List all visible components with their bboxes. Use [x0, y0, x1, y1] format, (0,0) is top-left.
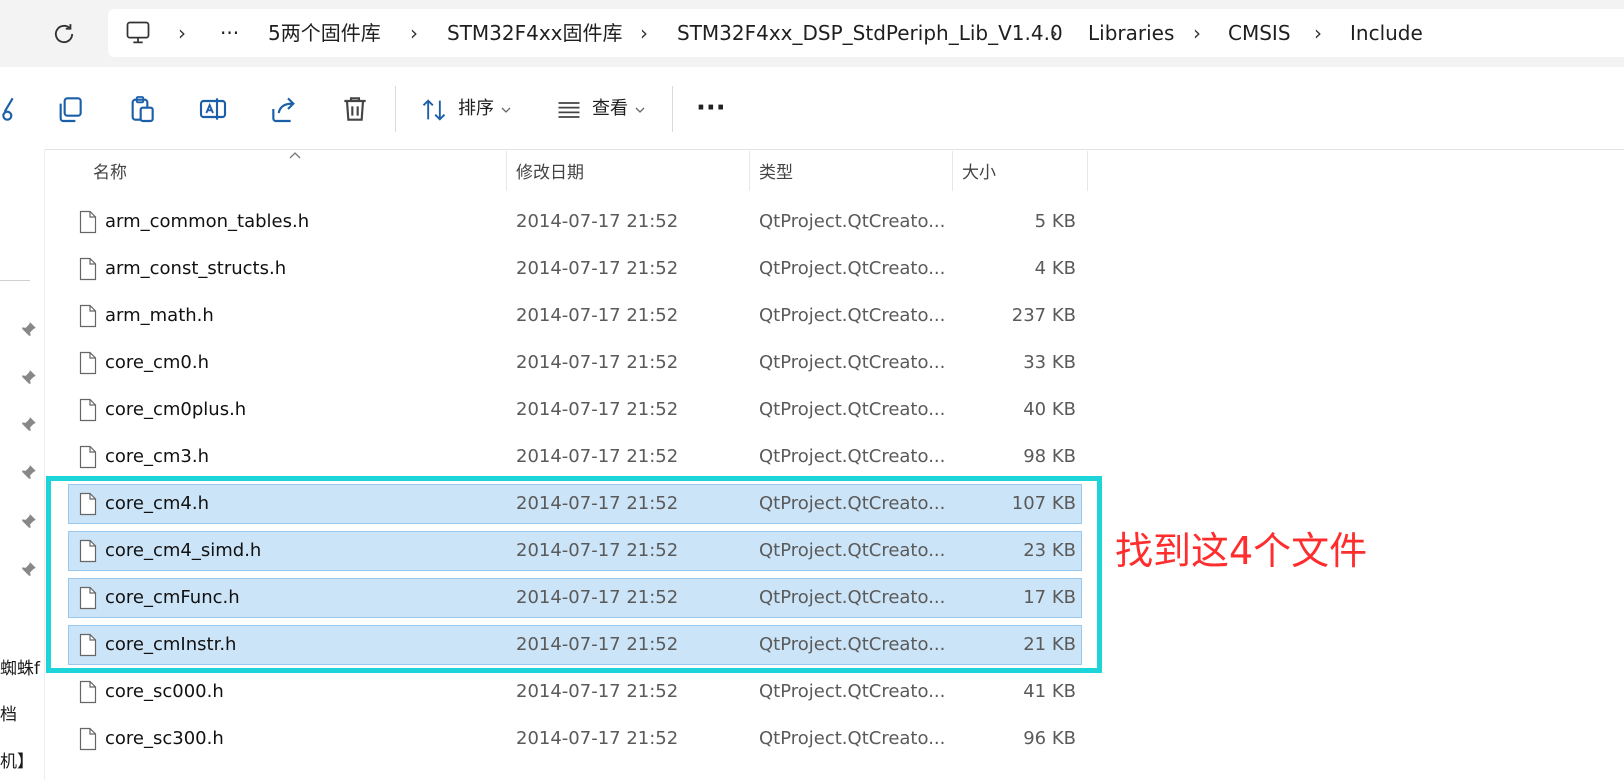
highlight-box	[46, 476, 1102, 673]
file-size: 5 KB	[1034, 211, 1076, 232]
column-separator[interactable]	[749, 151, 750, 191]
breadcrumb-overflow[interactable]: ···	[220, 18, 239, 48]
delete-icon[interactable]	[339, 93, 371, 125]
file-size: 4 KB	[1034, 258, 1076, 279]
share-icon[interactable]	[268, 93, 300, 125]
breadcrumb-item[interactable]: 5两个固件库	[268, 18, 381, 48]
file-icon	[79, 351, 97, 375]
file-modified-date: 2014-07-17 21:52	[516, 446, 679, 467]
file-name: core_sc000.h	[105, 681, 224, 702]
file-size: 96 KB	[1023, 728, 1076, 749]
file-modified-date: 2014-07-17 21:52	[516, 399, 679, 420]
file-modified-date: 2014-07-17 21:52	[516, 211, 679, 232]
breadcrumb-item-current[interactable]: Include	[1350, 18, 1423, 48]
copy-icon[interactable]	[54, 93, 86, 125]
breadcrumb-chevron: ›	[1314, 21, 1322, 45]
breadcrumb-chevron: ›	[410, 21, 418, 45]
file-name: arm_math.h	[105, 305, 214, 326]
pin-icon[interactable]	[20, 463, 38, 481]
file-size: 41 KB	[1023, 681, 1076, 702]
paste-icon[interactable]	[126, 93, 158, 125]
pin-icon[interactable]	[20, 415, 38, 433]
file-name: arm_common_tables.h	[105, 211, 310, 232]
breadcrumb-item[interactable]: STM32F4xx固件库	[447, 18, 623, 48]
column-header-date[interactable]: 修改日期	[516, 160, 584, 186]
breadcrumb-item[interactable]: Libraries	[1088, 18, 1174, 48]
toolbar-divider	[395, 86, 396, 132]
pin-icon[interactable]	[20, 320, 38, 338]
breadcrumb-chevron: ›	[1050, 21, 1058, 45]
file-name: core_cm0.h	[105, 352, 210, 373]
file-size: 98 KB	[1023, 446, 1076, 467]
chevron-down-icon	[635, 107, 645, 113]
file-icon	[79, 727, 97, 751]
view-icon[interactable]	[555, 96, 583, 124]
file-size: 33 KB	[1023, 352, 1076, 373]
more-options-button[interactable]: ···	[696, 93, 726, 123]
file-icon	[79, 398, 97, 422]
column-header-size[interactable]: 大小	[962, 160, 996, 186]
column-separator[interactable]	[1087, 151, 1088, 191]
file-icon	[79, 257, 97, 281]
chevron-down-icon	[501, 107, 511, 113]
file-icon	[79, 210, 97, 234]
column-separator[interactable]	[952, 151, 953, 191]
column-separator[interactable]	[506, 151, 507, 191]
breadcrumb-chevron: ›	[1193, 21, 1201, 45]
column-header-name[interactable]: 名称	[93, 160, 127, 186]
file-name: core_sc300.h	[105, 728, 224, 749]
cut-icon[interactable]	[0, 93, 18, 125]
nav-item-fragment[interactable]: 蜘蛛f	[0, 654, 44, 679]
annotation-text: 找到这4个文件	[1115, 529, 1368, 573]
refresh-icon[interactable]	[50, 20, 78, 48]
toolbar-divider	[672, 86, 673, 132]
nav-item-fragment[interactable]: 档	[0, 700, 44, 725]
sort-icon[interactable]	[420, 96, 448, 124]
file-modified-date: 2014-07-17 21:52	[516, 681, 679, 702]
file-modified-date: 2014-07-17 21:52	[516, 728, 679, 749]
file-name: arm_const_structs.h	[105, 258, 287, 279]
file-modified-date: 2014-07-17 21:52	[516, 258, 679, 279]
file-name: core_cm0plus.h	[105, 399, 247, 420]
sort-ascending-icon	[289, 152, 301, 159]
file-icon	[79, 304, 97, 328]
this-pc-icon[interactable]	[124, 19, 152, 47]
breadcrumb-chevron: ›	[640, 21, 648, 45]
pin-icon[interactable]	[20, 560, 38, 578]
breadcrumb-item[interactable]: CMSIS	[1228, 18, 1291, 48]
file-icon	[79, 445, 97, 469]
file-modified-date: 2014-07-17 21:52	[516, 352, 679, 373]
column-header-type[interactable]: 类型	[759, 160, 793, 186]
breadcrumb-item[interactable]: STM32F4xx_DSP_StdPeriph_Lib_V1.4.0	[677, 18, 1063, 48]
file-size: 237 KB	[1011, 305, 1076, 326]
pin-icon[interactable]	[20, 512, 38, 530]
pin-icon[interactable]	[20, 368, 38, 386]
nav-divider	[0, 280, 30, 281]
breadcrumb-chevron: ›	[178, 21, 186, 45]
file-name: core_cm3.h	[105, 446, 210, 467]
view-button[interactable]: 查看	[592, 97, 628, 121]
command-bar	[0, 67, 1624, 150]
file-icon	[79, 680, 97, 704]
sort-button[interactable]: 排序	[458, 97, 494, 121]
nav-item-fragment[interactable]: 机】	[0, 747, 44, 772]
rename-icon[interactable]	[197, 93, 229, 125]
file-modified-date: 2014-07-17 21:52	[516, 305, 679, 326]
file-size: 40 KB	[1023, 399, 1076, 420]
